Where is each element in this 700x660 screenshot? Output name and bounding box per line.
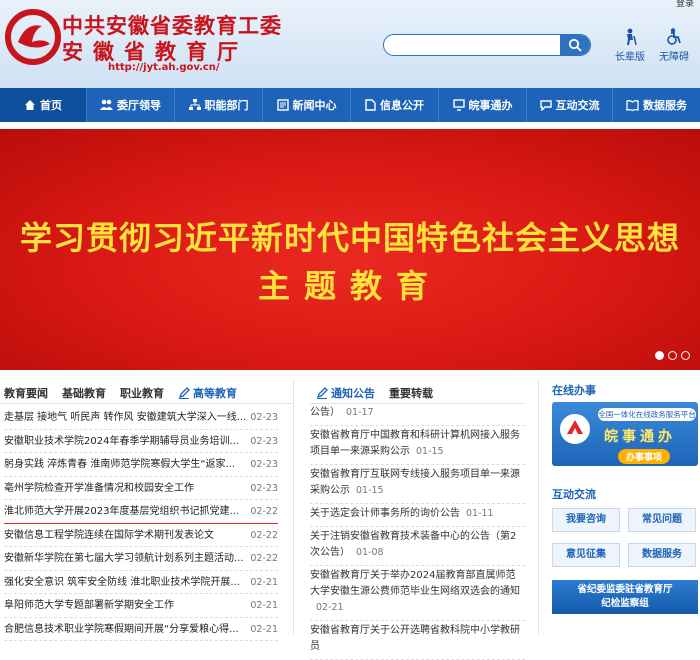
carousel-dot[interactable] — [668, 351, 677, 360]
data-service-button[interactable]: 数据服务 — [628, 543, 696, 567]
accessibility-label: 无障碍 — [659, 52, 689, 63]
elder-mode-button[interactable]: 长辈版 — [610, 28, 650, 63]
main-nav: 首页 委厅领导 职能部门 新闻中心 信息公开 皖事通办 互动交流 数据服务 — [0, 88, 700, 122]
accessibility-button[interactable]: 无障碍 — [654, 28, 694, 63]
list-item[interactable]: 安徽省教育厅关于举办2024届教育部直属师范大学安徽生源公费师范毕业生网络双选会… — [310, 566, 525, 621]
nav-leaders[interactable]: 委厅领导 — [86, 88, 174, 122]
list-item[interactable]: 安徽省教育厅互联网专线接入服务项目单一来源采购公示 01-15 — [310, 465, 525, 504]
notice-list: 公告） 01-17 安徽省教育厅中国教育和科研计算机网接入服务项目单一来源采购公示… — [310, 403, 525, 660]
online-services-heading: 在线办事 — [552, 384, 596, 397]
discipline-inspection-line2: 纪检监察组 — [601, 598, 649, 609]
hero-banner[interactable]: 学习贯彻习近平新时代中国特色社会主义思想 主题教育 — [0, 129, 700, 370]
list-item[interactable]: 安徽省教育厅关于公开选聘省教科院中小学教研员 — [310, 621, 525, 660]
carousel-dot[interactable] — [655, 351, 664, 360]
tab-higher-education[interactable]: 高等教育 — [178, 385, 237, 401]
accessibility-icon — [667, 28, 681, 45]
tab-vocational-education[interactable]: 职业教育 — [120, 385, 164, 401]
nav-data-service[interactable]: 数据服务 — [612, 88, 700, 122]
wanshitong-banner[interactable]: 全国一体化在线政务服务平台 皖事通办 办事事项 — [552, 402, 698, 466]
search-icon — [568, 38, 582, 52]
list-item[interactable]: 淮北师范大学开展2023年度基层党组织书记抓党建... 02-22 — [4, 500, 278, 524]
tab-notices[interactable]: 通知公告 — [316, 385, 375, 401]
carousel-dots — [655, 351, 690, 360]
column-divider — [293, 380, 294, 634]
list-item[interactable]: 关于选定会计师事务所的询价公告 01-11 — [310, 504, 525, 527]
tab-education-news[interactable]: 教育要闻 — [4, 385, 48, 401]
banner-subheadline: 主题教育 — [257, 267, 442, 305]
list-item[interactable]: 安徽职业技术学院2024年春季学期辅导员业务培训... 02-23 — [4, 430, 278, 453]
notice-tabs: 通知公告 重要转载 — [316, 382, 447, 404]
book-icon — [626, 100, 639, 111]
list-item[interactable]: 阜阳师范大学专题部署新学期安全工作 02-21 — [4, 594, 278, 618]
tab-reprints[interactable]: 重要转载 — [389, 385, 433, 401]
nav-news[interactable]: 新闻中心 — [262, 88, 350, 122]
top-login-link[interactable]: 登录 — [676, 0, 694, 9]
service-items-button[interactable]: 办事事项 — [618, 449, 671, 464]
faq-button[interactable]: 常见问题 — [628, 508, 696, 532]
pencil-icon — [316, 387, 328, 399]
discipline-inspection-banner[interactable]: 省纪委监委驻省教育厅 纪检监察组 — [552, 580, 698, 614]
nav-public-info[interactable]: 信息公开 — [350, 88, 438, 122]
list-item[interactable]: 合肥信息技术职业学院寒假期间开展“分享爱粮心得... 02-21 — [4, 618, 278, 641]
interaction-heading: 互动交流 — [552, 488, 596, 501]
nav-home[interactable]: 首页 — [0, 88, 86, 122]
list-item[interactable]: 关于注销安徽省教育技术装备中心的公告（第2次公告） 01-08 — [310, 527, 525, 566]
elder-icon — [627, 28, 637, 46]
home-icon — [25, 100, 35, 110]
document-icon — [365, 99, 376, 111]
elder-mode-label: 长辈版 — [615, 52, 645, 63]
chat-icon — [539, 100, 552, 111]
right-sidebar: 在线办事 全国一体化在线政务服务平台 皖事通办 办事事项 互动交流 我要咨询 常… — [552, 380, 698, 614]
nav-interaction[interactable]: 互动交流 — [526, 88, 612, 122]
pencil-icon — [178, 387, 190, 399]
banner-headline: 学习贯彻习近平新时代中国特色社会主义思想 — [19, 219, 680, 257]
wanshitong-platform-label: 全国一体化在线政务服务平台 — [598, 408, 696, 421]
list-item[interactable]: 安徽信息工程学院连续在国际学术期刊发表论文 02-22 — [4, 524, 278, 547]
feedback-button[interactable]: 意见征集 — [552, 543, 620, 567]
search-button[interactable] — [560, 35, 590, 55]
tab-basic-education[interactable]: 基础教育 — [62, 385, 106, 401]
list-item[interactable]: 躬身实践 淬炼青春 淮南师范学院寒假大学生“返家... 02-23 — [4, 453, 278, 477]
wanshitong-title: 皖事通办 — [604, 429, 676, 445]
list-item[interactable]: 亳州学院检查开学准备情况和校园安全工作 02-23 — [4, 477, 278, 500]
nav-departments[interactable]: 职能部门 — [174, 88, 262, 122]
tab-divider — [0, 403, 292, 404]
list-item[interactable]: 安徽新华学院在第七届大学习领航计划系列主题活动... 02-22 — [4, 547, 278, 571]
discipline-inspection-line1: 省纪委监委驻省教育厅 — [577, 584, 673, 595]
wanshitong-logo-icon — [560, 414, 590, 444]
users-icon — [100, 99, 113, 110]
carousel-dot[interactable] — [681, 351, 690, 360]
consult-button[interactable]: 我要咨询 — [552, 508, 620, 532]
list-item[interactable]: 走基层 接地气 听民声 转作风 安徽建筑大学深入一线... 02-23 — [4, 406, 278, 430]
list-item[interactable]: 强化安全意识 筑牢安全防线 淮北职业技术学院开展... 02-21 — [4, 571, 278, 594]
site-header: 中共安徽省委教育工委 安徽省教育厅 http://jyt.ah.gov.cn/ … — [0, 0, 700, 88]
nav-services[interactable]: 皖事通办 — [438, 88, 526, 122]
logo-emblem-icon — [5, 9, 61, 65]
site-url[interactable]: http://jyt.ah.gov.cn/ — [108, 62, 220, 73]
newspaper-icon — [276, 99, 289, 111]
org-chart-icon — [188, 99, 201, 110]
search-box — [383, 34, 591, 56]
column-divider — [538, 380, 539, 634]
news-list: 走基层 接地气 听民声 转作风 安徽建筑大学深入一线... 02-23 安徽职业技… — [4, 406, 278, 641]
monitor-icon — [452, 99, 465, 111]
search-input[interactable] — [384, 35, 562, 55]
list-item[interactable]: 安徽省教育厅中国教育和科研计算机网接入服务项目单一来源采购公示 01-15 — [310, 426, 525, 465]
list-item[interactable]: 公告） 01-17 — [310, 403, 525, 426]
news-tabs: 教育要闻 基础教育 职业教育 高等教育 — [4, 382, 251, 404]
